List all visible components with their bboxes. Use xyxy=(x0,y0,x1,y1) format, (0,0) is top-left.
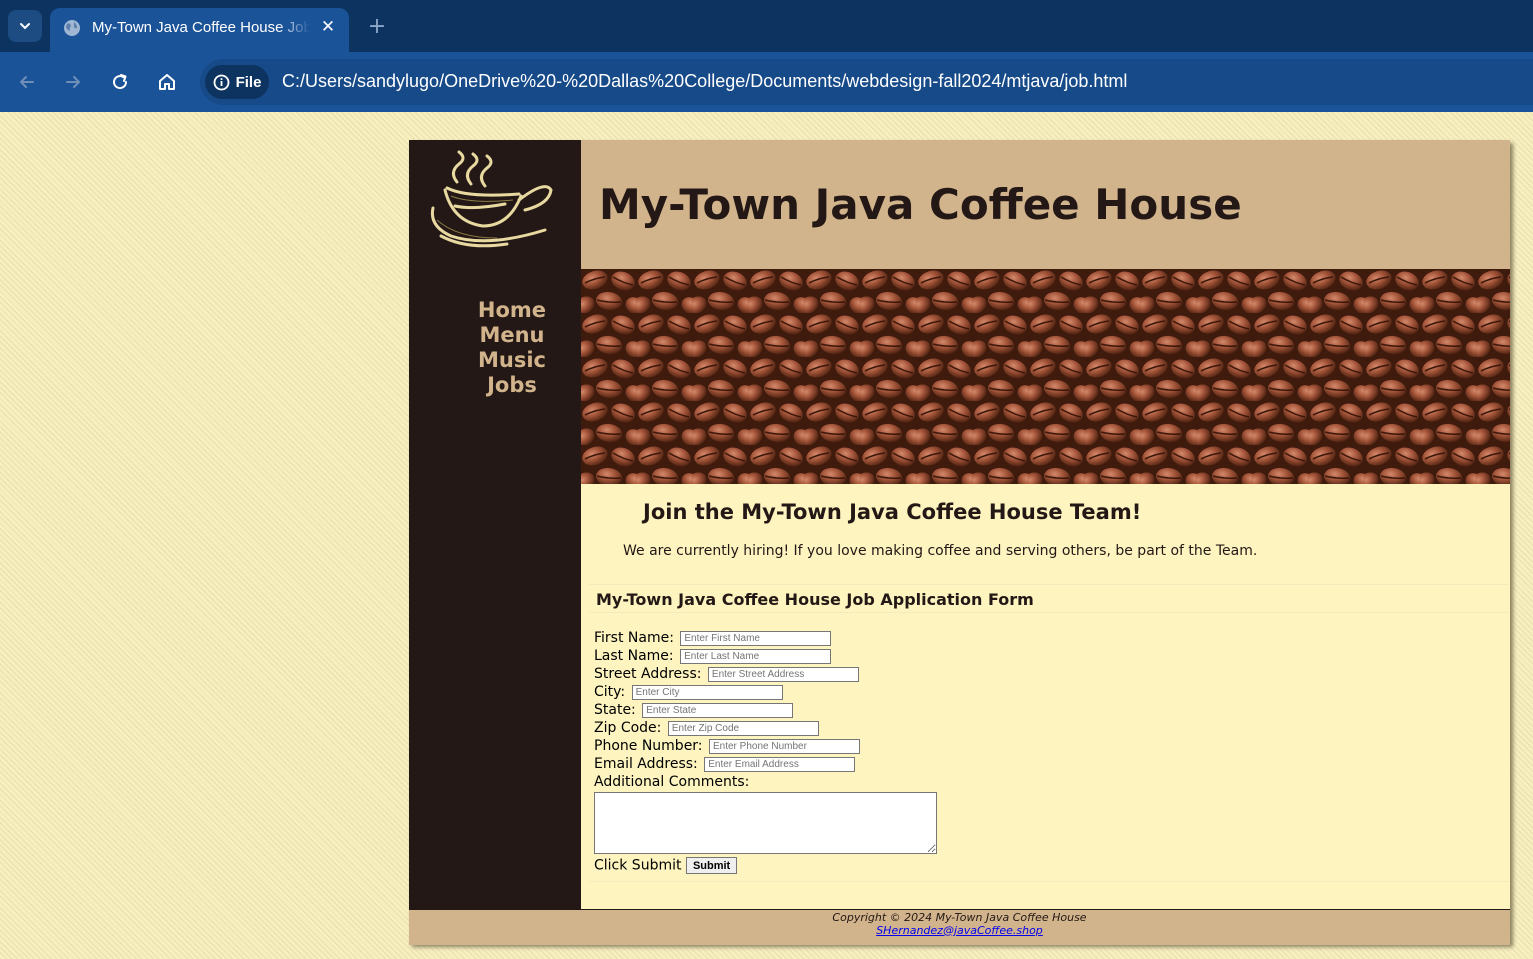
tab-search-button[interactable] xyxy=(8,10,42,42)
copyright-text: Copyright © 2024 My-Town Java Coffee Hou… xyxy=(832,911,1087,924)
email-address-label: Email Address: xyxy=(594,756,698,772)
phone-number-label: Phone Number: xyxy=(594,738,703,754)
form-row-city: City: xyxy=(594,683,937,701)
form-bottom-border xyxy=(589,881,1509,882)
site-footer: Copyright © 2024 My-Town Java Coffee Hou… xyxy=(409,909,1510,945)
form-row-street-address: Street Address: xyxy=(594,665,937,683)
form-title: My-Town Java Coffee House Job Applicatio… xyxy=(596,590,1034,609)
footer-email-link[interactable]: SHernandez@javaCoffee.shop xyxy=(876,924,1043,937)
forward-button[interactable] xyxy=(60,69,86,95)
job-application-form: First Name: Last Name: Street Address: C… xyxy=(594,629,937,874)
new-tab-button[interactable]: + xyxy=(364,13,390,39)
city-input[interactable] xyxy=(631,684,783,700)
submit-prompt: Click Submit xyxy=(594,857,682,874)
street-address-input[interactable] xyxy=(707,666,859,682)
city-label: City: xyxy=(594,684,626,700)
reload-button[interactable] xyxy=(107,69,133,95)
first-name-label: First Name: xyxy=(594,630,674,646)
form-row-phone-number: Phone Number: xyxy=(594,737,937,755)
tab-bar: My-Town Java Coffee House Jobs ✕ + xyxy=(0,0,1533,52)
submit-button[interactable]: Submit xyxy=(685,857,738,874)
close-icon[interactable]: ✕ xyxy=(317,16,339,38)
state-input[interactable] xyxy=(642,702,794,718)
tab-title: My-Town Java Coffee House Jobs xyxy=(92,19,310,36)
address-bar[interactable]: File C:/Users/sandylugo/OneDrive%20-%20D… xyxy=(200,59,1533,105)
state-label: State: xyxy=(594,702,636,718)
url-text[interactable]: C:/Users/sandylugo/OneDrive%20-%20Dallas… xyxy=(282,71,1127,92)
zip-code-input[interactable] xyxy=(667,720,819,736)
zip-code-label: Zip Code: xyxy=(594,720,662,736)
site-info-label: File xyxy=(235,73,262,91)
last-name-label: Last Name: xyxy=(594,648,674,664)
info-icon xyxy=(213,74,229,90)
toolbar: File C:/Users/sandylugo/OneDrive%20-%20D… xyxy=(0,52,1533,112)
arrow-left-icon xyxy=(20,76,34,88)
main-content: Join the My-Town Java Coffee House Team!… xyxy=(581,484,1510,909)
email-address-input[interactable] xyxy=(704,756,856,772)
form-row-email-address: Email Address: xyxy=(594,755,937,773)
first-name-input[interactable] xyxy=(680,630,832,646)
form-row-state: State: xyxy=(594,701,937,719)
form-divider xyxy=(589,612,1509,613)
site-header: My-Town Java Coffee House xyxy=(581,140,1510,269)
page-wrapper: Home Menu Music Jobs My-Town Java Coffee… xyxy=(409,140,1510,945)
coffee-beans-banner xyxy=(581,269,1510,484)
page-viewport: Home Menu Music Jobs My-Town Java Coffee… xyxy=(0,112,1533,959)
last-name-input[interactable] xyxy=(680,648,832,664)
intro-text: We are currently hiring! If you love mak… xyxy=(623,543,1258,559)
comments-textarea[interactable] xyxy=(594,792,937,854)
tab-active[interactable]: My-Town Java Coffee House Jobs ✕ xyxy=(50,8,349,52)
form-row-zip-code: Zip Code: xyxy=(594,719,937,737)
reload-icon xyxy=(113,74,128,90)
home-icon xyxy=(159,74,175,90)
site-info-button[interactable]: File xyxy=(205,65,269,99)
globe-icon xyxy=(64,20,80,36)
phone-number-input[interactable] xyxy=(708,738,860,754)
coffee-cup-logo xyxy=(430,150,553,248)
coffee-beans-image xyxy=(581,269,1510,484)
chevron-down-icon xyxy=(20,23,30,30)
form-row-comments: Additional Comments: xyxy=(594,773,937,791)
street-address-label: Street Address: xyxy=(594,666,702,682)
home-button[interactable] xyxy=(154,69,180,95)
arrow-right-icon xyxy=(66,76,80,88)
site-title: My-Town Java Coffee House xyxy=(599,180,1242,229)
submit-row: Click Submit Submit xyxy=(594,857,937,874)
back-button[interactable] xyxy=(14,69,40,95)
form-row-first-name: First Name: xyxy=(594,629,937,647)
comments-label: Additional Comments: xyxy=(594,774,750,790)
page-heading: Join the My-Town Java Coffee House Team! xyxy=(643,500,1142,524)
form-row-last-name: Last Name: xyxy=(594,647,937,665)
form-top-border xyxy=(589,584,1509,585)
